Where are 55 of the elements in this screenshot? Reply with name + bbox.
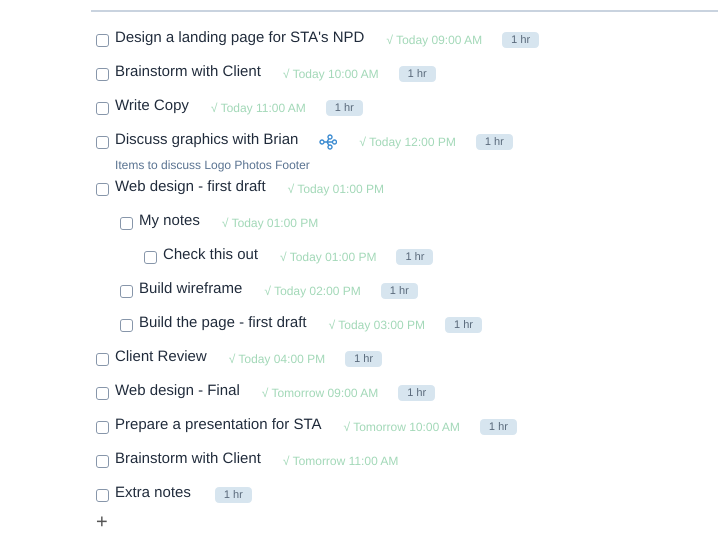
task-title[interactable]: Design a landing page for STA's NPD — [115, 27, 364, 50]
due-date: √ Today 09:00 AM — [386, 32, 482, 49]
checkbox[interactable] — [144, 250, 157, 264]
duration-badge: 1 hr — [396, 249, 434, 265]
checkbox[interactable] — [96, 488, 109, 502]
task-title[interactable]: Build the page - first draft — [139, 312, 307, 335]
duration-badge: 1 hr — [398, 385, 436, 401]
due-date: √ Today 02:00 PM — [264, 283, 361, 300]
due-date: √ Today 03:00 PM — [328, 317, 426, 334]
task-title[interactable]: Brainstorm with Client — [115, 448, 261, 471]
checkbox[interactable] — [120, 216, 133, 230]
due-date: √ Tomorrow 11:00 AM — [282, 453, 398, 470]
due-date: √ Today 01:00 PM — [288, 181, 384, 198]
task-title[interactable]: Brainstorm with Client — [115, 61, 261, 84]
checkbox[interactable] — [96, 34, 109, 46]
due-date: √ Tomorrow 10:00 AM — [344, 419, 460, 436]
checkbox[interactable] — [96, 352, 109, 366]
task-note: Items to discuss Logo Photos Footer — [115, 159, 310, 172]
checkbox[interactable] — [96, 102, 109, 114]
duration-badge: 1 hr — [502, 32, 540, 48]
checkbox[interactable] — [96, 68, 109, 80]
checkbox[interactable] — [120, 284, 133, 298]
checkbox[interactable] — [96, 182, 109, 196]
duration-badge: 1 hr — [380, 283, 418, 299]
checkbox[interactable] — [96, 386, 109, 400]
duration-badge: 1 hr — [214, 487, 252, 503]
due-date: √ Today 04:00 PM — [228, 351, 326, 368]
task-title[interactable]: My notes — [139, 210, 200, 233]
due-date: √ Today 11:00 AM — [210, 100, 306, 117]
task-title[interactable]: Web design - Final — [115, 380, 240, 403]
duration-badge: 1 hr — [445, 317, 482, 333]
task-title[interactable]: Prepare a presentation for STA — [115, 414, 322, 437]
duration-badge: 1 hr — [398, 66, 436, 82]
due-date: √ Today 01:00 PM — [280, 249, 376, 266]
duration-badge: 1 hr — [345, 351, 382, 367]
checkbox[interactable] — [120, 318, 133, 332]
task-title[interactable]: Check this out — [163, 244, 258, 267]
task-title[interactable]: Discuss graphics with Brian — [115, 129, 298, 152]
due-date: √ Tomorrow 09:00 AM — [262, 385, 378, 402]
due-date: √ Today 01:00 PM — [222, 215, 318, 232]
task-title[interactable]: Client Review — [115, 346, 207, 369]
add-button[interactable]: + — [96, 512, 108, 532]
checkbox[interactable] — [96, 454, 109, 468]
checkbox[interactable] — [96, 136, 109, 148]
task-title[interactable]: Build wireframe — [139, 278, 242, 301]
checkbox[interactable] — [96, 420, 109, 434]
task-title[interactable]: Write Copy — [115, 95, 189, 118]
duration-badge: 1 hr — [476, 134, 513, 150]
due-date: √ Today 10:00 AM — [282, 66, 379, 83]
task-title[interactable]: Extra notes — [115, 482, 191, 505]
duration-badge: 1 hr — [326, 100, 363, 116]
due-date: √ Today 12:00 PM — [359, 134, 456, 151]
task-title[interactable]: Web design - first draft — [115, 176, 266, 199]
mindmap-icon[interactable] — [319, 134, 338, 150]
duration-badge: 1 hr — [480, 419, 517, 435]
